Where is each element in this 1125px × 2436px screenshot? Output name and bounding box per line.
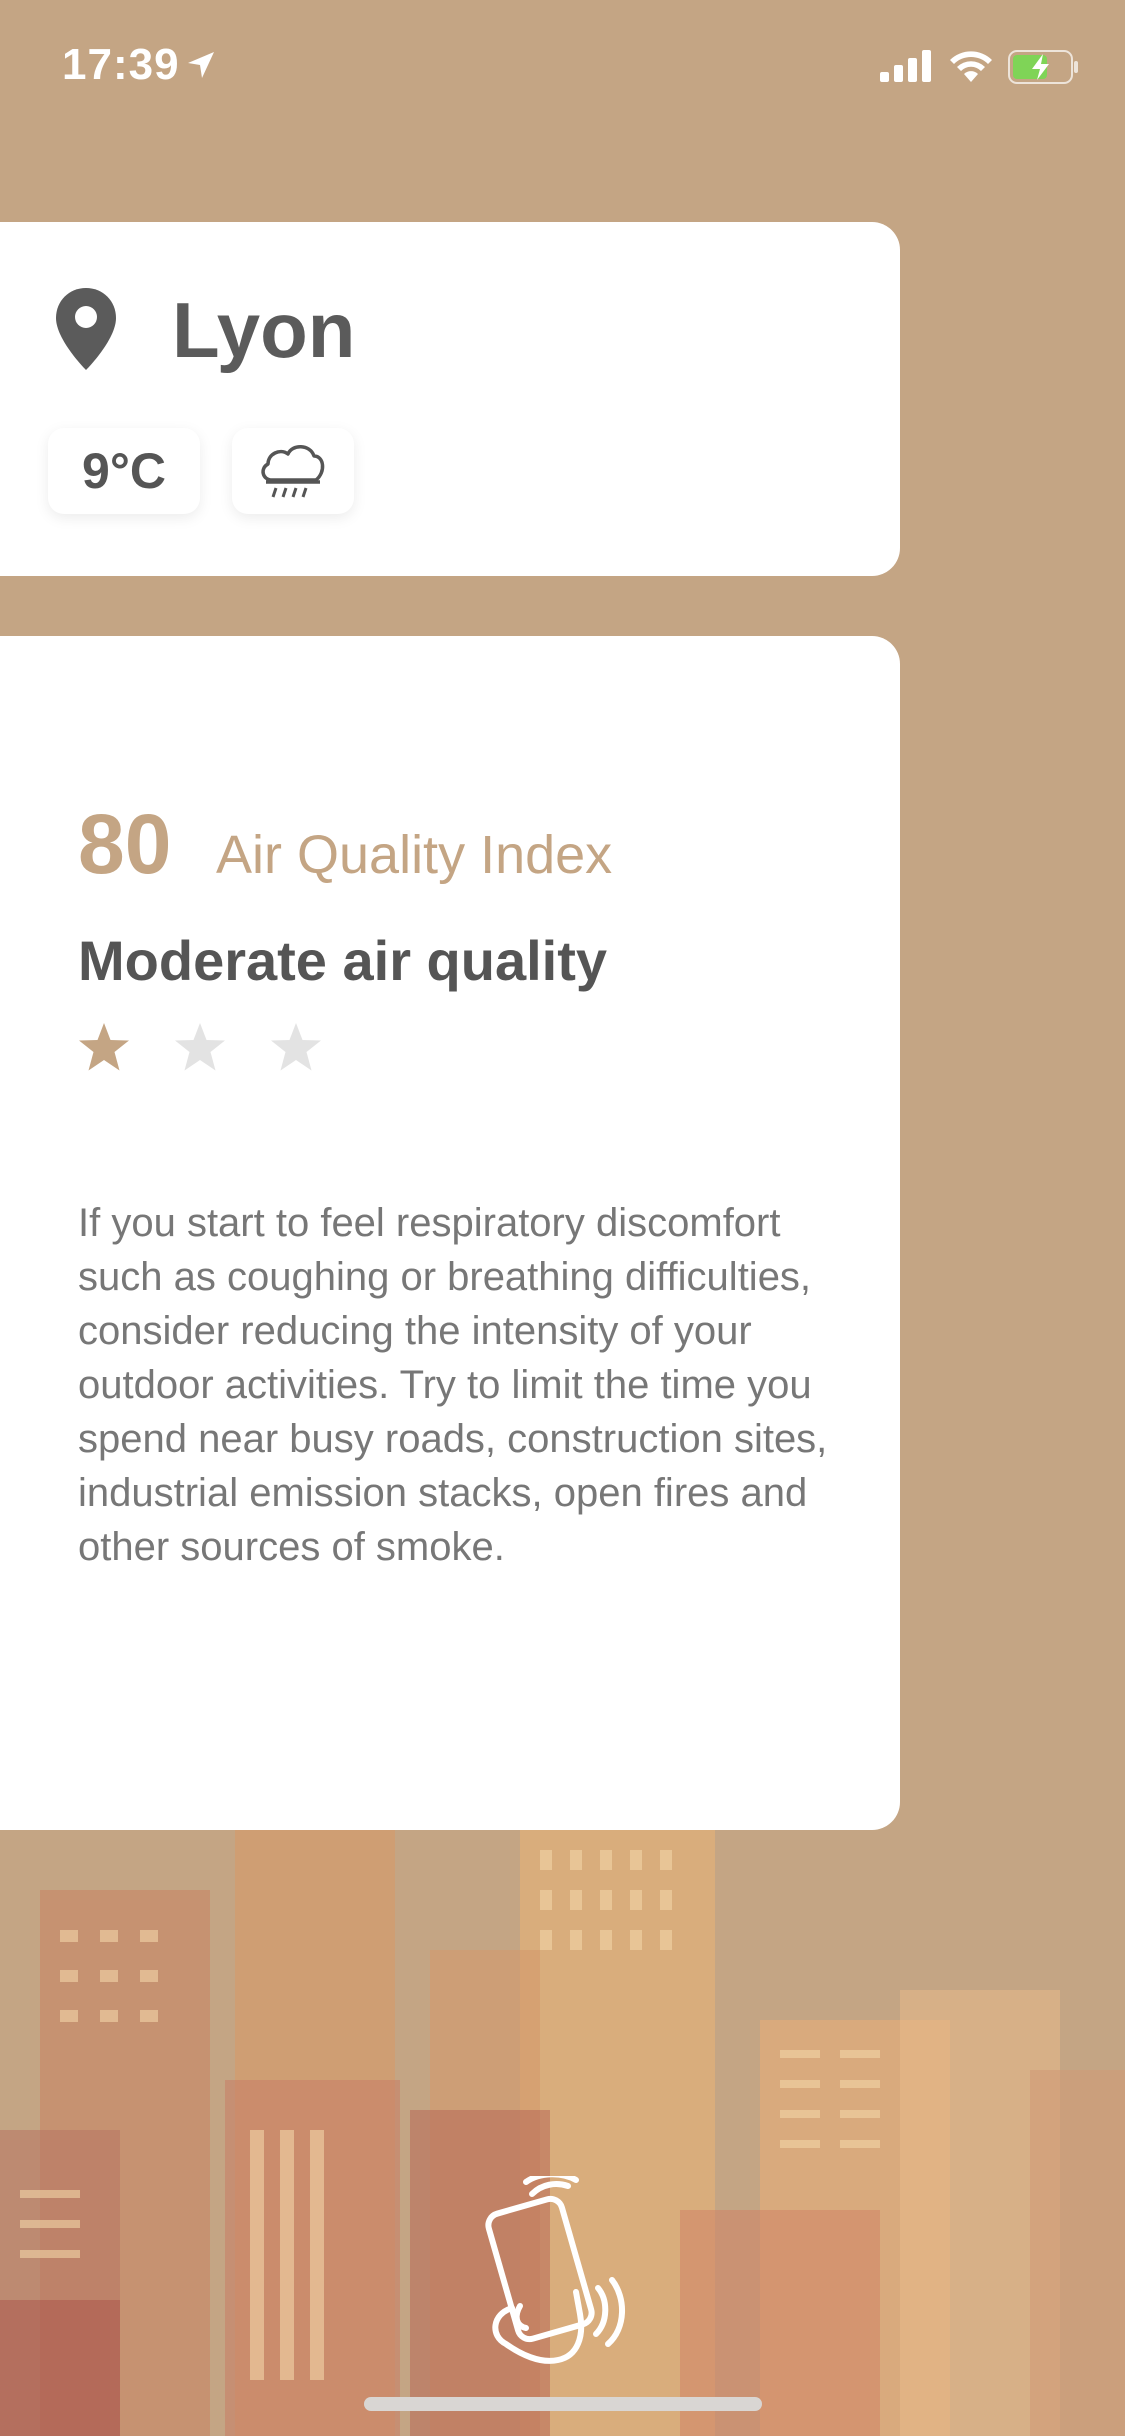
status-bar: 17:39	[0, 0, 1125, 132]
shake-phone-icon[interactable]	[480, 2171, 640, 2381]
weather-chip	[232, 428, 354, 514]
air-quality-status: Moderate air quality	[78, 929, 608, 992]
star-icon	[271, 1023, 321, 1071]
status-time: 17:39	[62, 40, 180, 89]
rain-cloud-icon	[258, 442, 328, 507]
temperature-value: 9°C	[82, 443, 166, 499]
wifi-icon	[948, 48, 994, 87]
location-arrow-icon	[186, 50, 216, 85]
battery-charging-icon	[1008, 50, 1080, 89]
map-pin-icon	[56, 288, 116, 375]
aqi-value: 80	[78, 797, 172, 891]
home-indicator[interactable]	[364, 2397, 762, 2411]
star-icon	[79, 1023, 129, 1071]
air-quality-rating	[78, 1022, 322, 1072]
star-icon	[175, 1023, 225, 1071]
temperature-chip: 9°C	[48, 428, 200, 514]
city-name: Lyon	[172, 286, 356, 374]
location-card[interactable]	[0, 222, 900, 576]
aqi-label: Air Quality Index	[216, 825, 613, 885]
cellular-signal-icon	[880, 50, 934, 87]
health-advice-text: If you start to feel respiratory discomf…	[78, 1201, 828, 1569]
